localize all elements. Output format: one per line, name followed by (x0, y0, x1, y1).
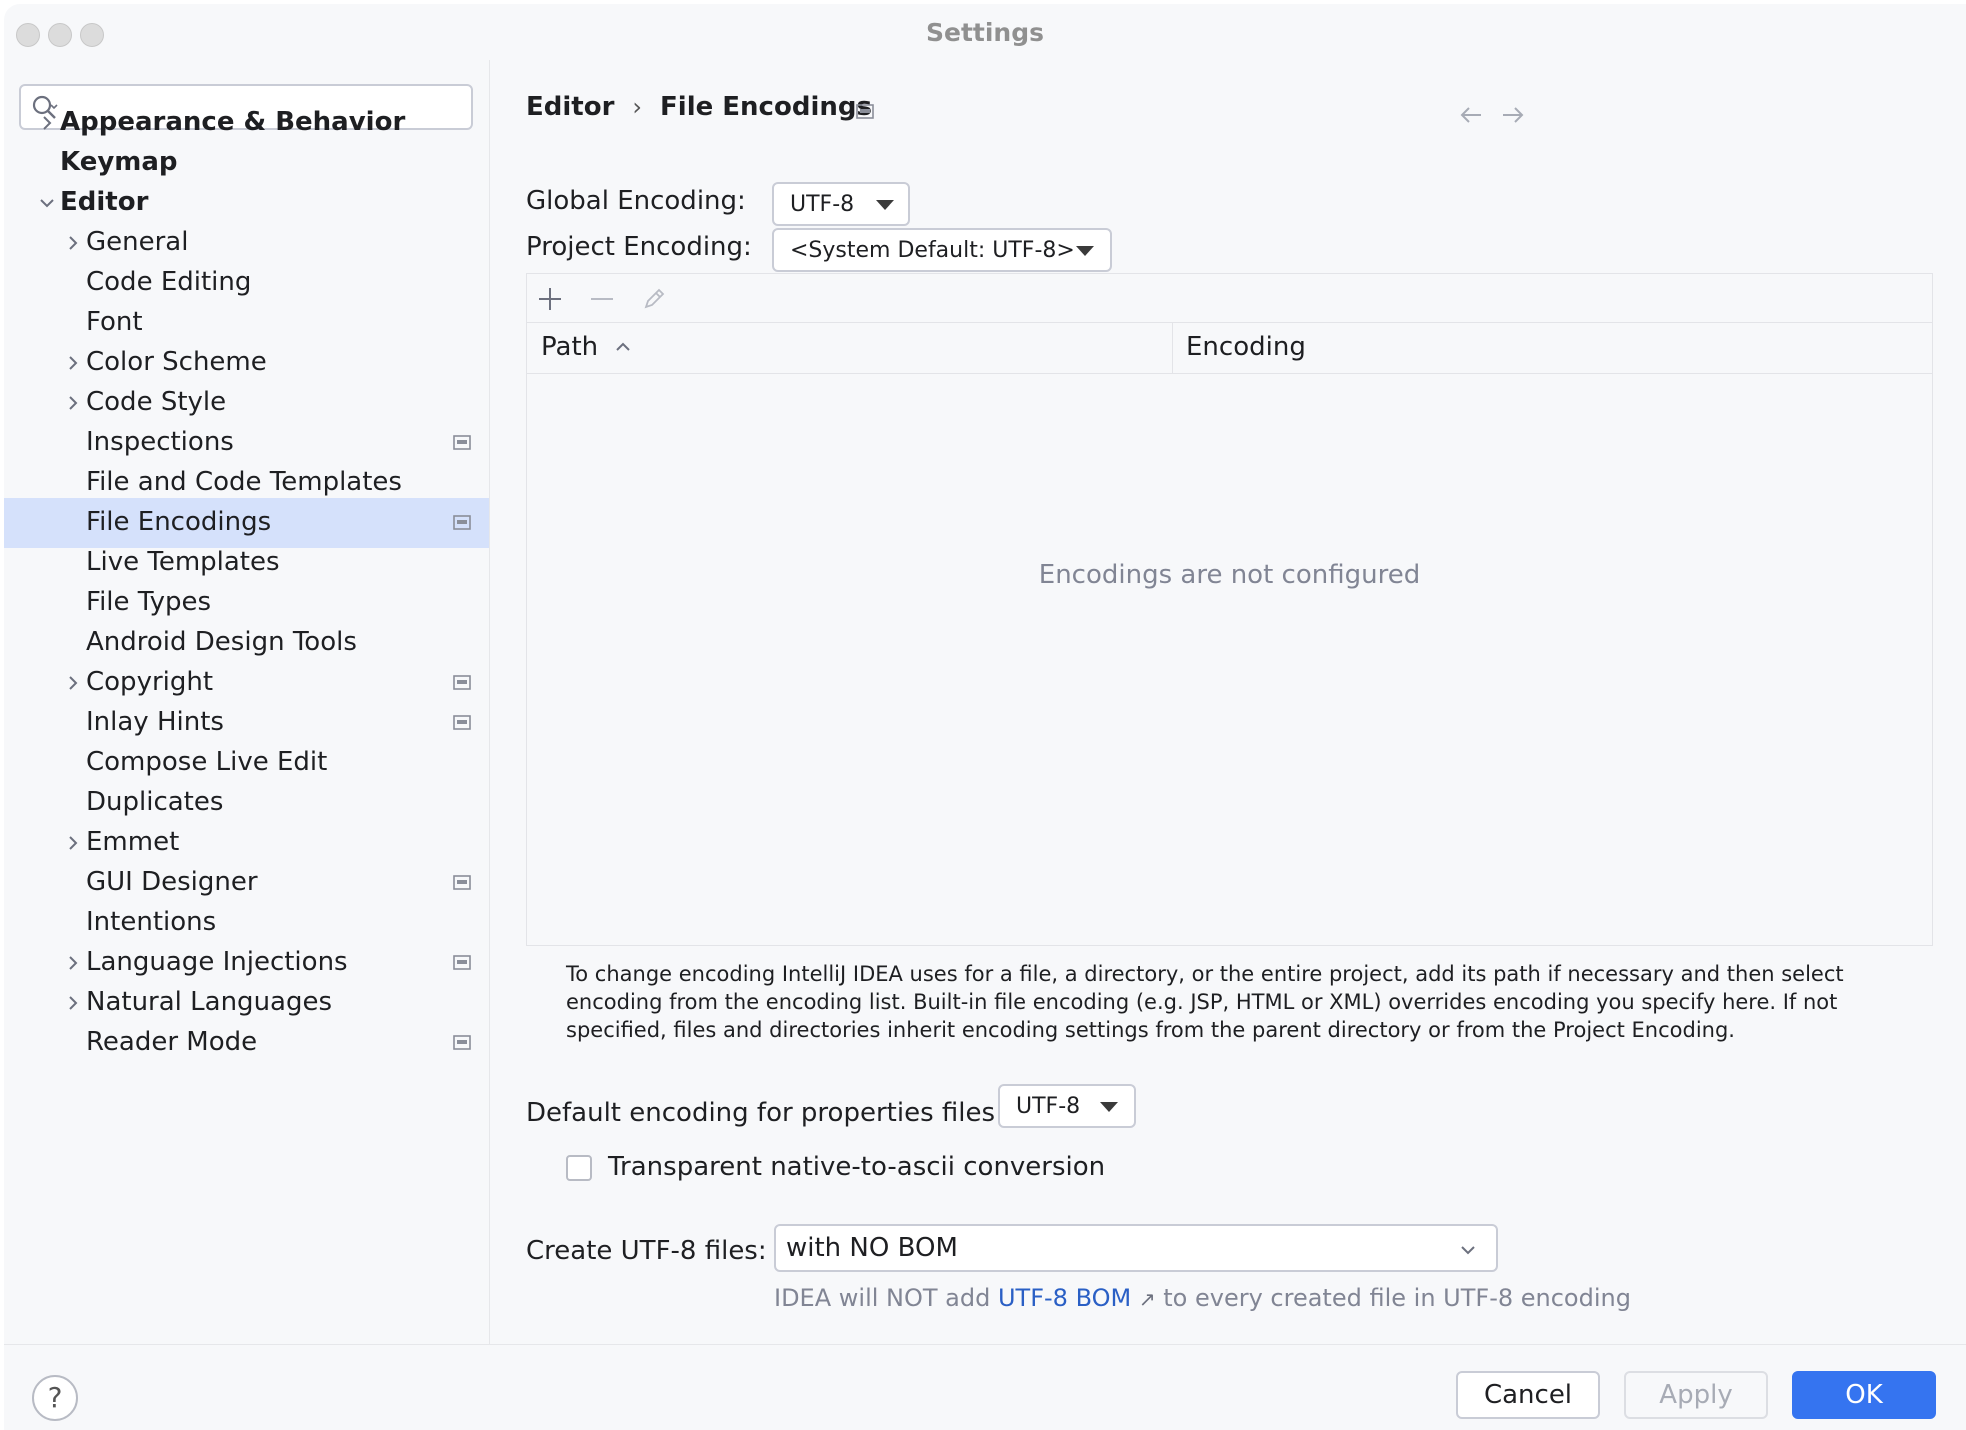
sidebar-item-label: Editor (60, 187, 149, 217)
sidebar-item-label: Natural Languages (86, 987, 333, 1017)
properties-encoding-label: Default encoding for properties files: (526, 1098, 1004, 1128)
edit-icon[interactable] (639, 284, 669, 314)
path-encoding-table: Path Encoding Encodings are not configur… (526, 273, 1933, 946)
properties-encoding-dropdown[interactable]: UTF-8 (998, 1084, 1136, 1128)
sidebar-item-label: Compose Live Edit (86, 747, 328, 777)
project-scope-icon (453, 515, 471, 530)
project-scope-icon (453, 955, 471, 970)
dropdown-caret-icon (876, 200, 894, 210)
help-button[interactable]: ? (32, 1375, 78, 1421)
apply-button[interactable]: Apply (1624, 1371, 1768, 1419)
chevron-down-icon[interactable] (36, 192, 58, 214)
file-encodings-panel: Editor › File Encodings Global Encoding: U… (490, 60, 1966, 1344)
column-divider[interactable] (1172, 323, 1173, 373)
bom-note: IDEA will NOT add UTF-8 BOM ↗ to every c… (774, 1284, 1631, 1312)
sidebar-item-label: Copyright (86, 667, 214, 697)
sidebar-item-label: Intentions (86, 907, 217, 937)
global-encoding-value: UTF-8 (790, 192, 855, 217)
sidebar-item-label: Code Style (86, 387, 227, 417)
bom-note-prefix: IDEA will NOT add (774, 1284, 991, 1312)
chevron-right-icon[interactable] (62, 992, 84, 1014)
ok-button[interactable]: OK (1792, 1371, 1936, 1419)
chevron-down-icon (1461, 1246, 1475, 1255)
empty-table-text: Encodings are not configured (1038, 560, 1421, 590)
sidebar-item-label: Inspections (86, 427, 234, 457)
external-link-icon[interactable]: ↗ (1139, 1287, 1156, 1311)
chevron-right-icon[interactable] (62, 672, 84, 694)
sidebar-item-label: Inlay Hints (86, 707, 224, 737)
sidebar-item-reader-mode[interactable]: Reader Mode (4, 1018, 489, 1068)
sidebar-item-label: File Encodings (86, 507, 272, 537)
sidebar-item-label: Live Templates (86, 547, 280, 577)
forward-arrow-icon[interactable] (1498, 100, 1528, 130)
native-to-ascii-checkbox[interactable] (566, 1155, 592, 1181)
dropdown-caret-icon (1076, 246, 1094, 256)
properties-encoding-value: UTF-8 (1016, 1094, 1081, 1119)
chevron-right-icon[interactable] (62, 392, 84, 414)
dropdown-caret-icon (1100, 1102, 1118, 1112)
chevron-up-icon (616, 342, 630, 351)
project-scope-icon (453, 715, 471, 730)
back-arrow-icon[interactable] (1456, 100, 1486, 130)
cancel-button[interactable]: Cancel (1456, 1371, 1600, 1419)
project-scope-icon (453, 875, 471, 890)
table-header: Path Encoding (527, 322, 1932, 374)
encoding-help-text: To change encoding IntelliJ IDEA uses fo… (566, 962, 1844, 1042)
sidebar-item-label: Color Scheme (86, 347, 267, 377)
project-scope-icon (453, 1035, 471, 1050)
breadcrumb-current: File Encodings (660, 92, 872, 122)
project-encoding-label: Project Encoding: (526, 232, 752, 262)
sidebar-item-label: Emmet (86, 827, 180, 857)
project-encoding-value: <System Default: UTF-8> (790, 238, 1075, 263)
breadcrumb: Editor › File Encodings (526, 92, 872, 122)
create-utf8-label: Create UTF-8 files: (526, 1236, 767, 1266)
global-encoding-label: Global Encoding: (526, 186, 746, 216)
global-encoding-dropdown[interactable]: UTF-8 (772, 182, 910, 226)
add-icon[interactable] (535, 284, 565, 314)
project-scope-icon (856, 104, 874, 119)
sidebar-item-label: Appearance & Behavior (60, 107, 406, 137)
utf8-bom-link[interactable]: UTF-8 BOM (998, 1284, 1131, 1312)
sidebar-item-label: Reader Mode (86, 1027, 258, 1057)
settings-sidebar: Appearance & Behavior Keymap Editor General… (4, 60, 490, 1344)
project-scope-icon (453, 675, 471, 690)
column-header-path[interactable]: Path (541, 332, 598, 362)
bom-note-suffix: to every created file in UTF-8 encoding (1163, 1284, 1631, 1312)
create-utf8-dropdown[interactable]: with NO BOM (774, 1224, 1498, 1272)
breadcrumb-parent[interactable]: Editor (526, 92, 614, 122)
chevron-right-icon[interactable] (62, 832, 84, 854)
sidebar-item-label: Code Editing (86, 267, 252, 297)
sidebar-item-label: Font (86, 307, 143, 337)
dialog-footer: ? Cancel Apply OK (4, 1344, 1966, 1430)
project-scope-icon (453, 435, 471, 450)
sidebar-item-label: Android Design Tools (86, 627, 357, 657)
sidebar-item-label: Language Injections (86, 947, 348, 977)
sidebar-item-label: Duplicates (86, 787, 224, 817)
sidebar-item-label: File Types (86, 587, 212, 617)
sidebar-item-label: GUI Designer (86, 867, 258, 897)
column-header-encoding[interactable]: Encoding (1186, 332, 1306, 362)
sidebar-item-label: File and Code Templates (86, 467, 402, 497)
sidebar-item-label: Keymap (60, 147, 178, 177)
chevron-right-icon[interactable] (36, 112, 58, 134)
create-utf8-value: with NO BOM (786, 1233, 958, 1263)
sidebar-item-label: General (86, 227, 189, 257)
title-bar: Settings (4, 4, 1966, 60)
settings-window: Settings Appearance & Behavior Keymap Edit… (4, 4, 1966, 1430)
chevron-right-icon[interactable] (62, 352, 84, 374)
native-to-ascii-label[interactable]: Transparent native-to-ascii conversion (608, 1152, 1105, 1182)
window-title: Settings (925, 18, 1044, 47)
remove-icon[interactable] (587, 284, 617, 314)
chevron-right-icon[interactable] (62, 232, 84, 254)
project-encoding-dropdown[interactable]: <System Default: UTF-8> (772, 228, 1112, 272)
chevron-right-icon[interactable] (62, 952, 84, 974)
breadcrumb-separator: › (632, 93, 643, 121)
